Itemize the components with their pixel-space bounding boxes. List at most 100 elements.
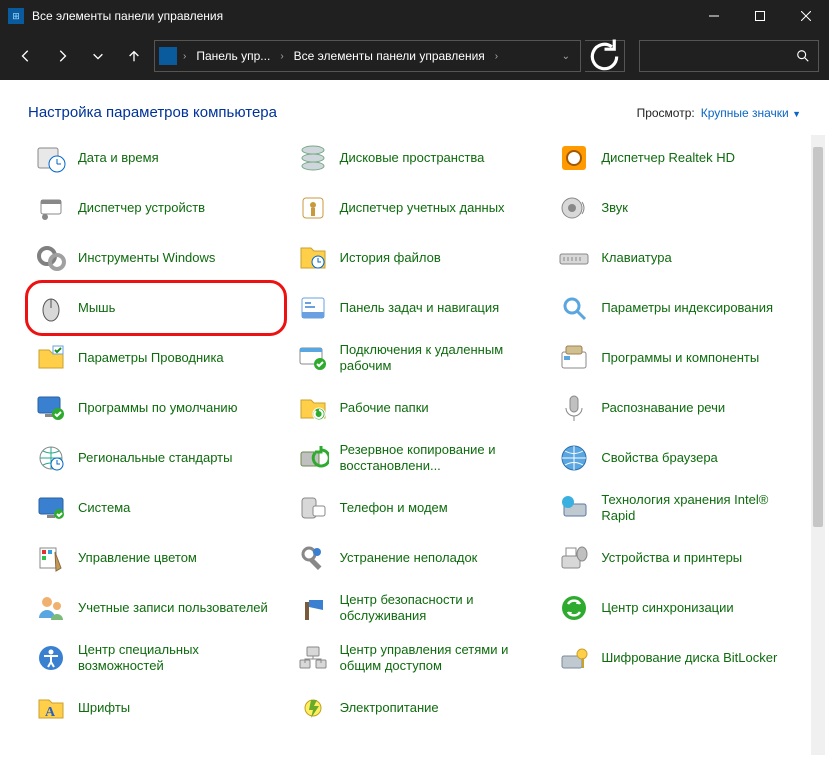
window-title: Все элементы панели управления bbox=[32, 9, 691, 23]
speaker-icon bbox=[557, 191, 591, 225]
recent-dropdown[interactable] bbox=[82, 40, 114, 72]
up-button[interactable] bbox=[118, 40, 150, 72]
cpl-item-label: Программы и компоненты bbox=[601, 350, 759, 366]
cpl-item[interactable]: Центр безопасности и обслуживания bbox=[290, 583, 546, 633]
breadcrumb-2[interactable]: Все элементы панели управления bbox=[288, 49, 491, 63]
crumb-sep-icon[interactable]: › bbox=[181, 51, 188, 62]
cpl-item-label: Резервное копирование и восстановлени... bbox=[340, 442, 540, 475]
crumb-sep-icon[interactable]: › bbox=[278, 51, 285, 62]
region-icon bbox=[34, 441, 68, 475]
cpl-item-label: Звук bbox=[601, 200, 628, 216]
cpl-item[interactable]: Диспетчер учетных данных bbox=[290, 183, 546, 233]
cpl-item-label: Устранение неполадок bbox=[340, 550, 478, 566]
close-button[interactable] bbox=[783, 0, 829, 32]
keyboard-icon bbox=[557, 241, 591, 275]
indexing-icon bbox=[557, 291, 591, 325]
cpl-item-label: Мышь bbox=[78, 300, 115, 316]
cpl-item[interactable]: История файлов bbox=[290, 233, 546, 283]
cpl-item[interactable]: Мышь bbox=[28, 283, 284, 333]
cpl-item[interactable]: A Шрифты bbox=[28, 683, 284, 733]
svg-text:A: A bbox=[45, 705, 56, 720]
cpl-item-label: Региональные стандарты bbox=[78, 450, 232, 466]
internet-options-icon bbox=[557, 441, 591, 475]
security-maintenance-icon bbox=[296, 591, 330, 625]
file-history-icon bbox=[296, 241, 330, 275]
cpl-item[interactable]: Диспетчер Realtek HD bbox=[551, 133, 807, 183]
cpl-item[interactable]: Подключения к удаленным рабочим bbox=[290, 333, 546, 383]
cpl-item[interactable]: Распознавание речи bbox=[551, 383, 807, 433]
cpl-item[interactable]: Звук bbox=[551, 183, 807, 233]
cpl-item[interactable]: Учетные записи пользователей bbox=[28, 583, 284, 633]
cpl-item-label: Система bbox=[78, 500, 130, 516]
cpl-item[interactable]: Электропитание bbox=[290, 683, 546, 733]
cpl-item-label: Центр управления сетями и общим доступом bbox=[340, 642, 540, 675]
items-grid: Дата и время Дисковые пространства Диспетч… bbox=[28, 133, 807, 733]
cpl-item-label: Подключения к удаленным рабочим bbox=[340, 342, 540, 375]
cpl-item[interactable]: Телефон и модем bbox=[290, 483, 546, 533]
cpl-item-label: Шифрование диска BitLocker bbox=[601, 650, 777, 666]
cpl-item[interactable]: Программы и компоненты bbox=[551, 333, 807, 383]
bitlocker-icon bbox=[557, 641, 591, 675]
view-control: Просмотр: Крупные значки ▼ bbox=[637, 106, 801, 120]
cpl-item[interactable]: Технология хранения Intel® Rapid bbox=[551, 483, 807, 533]
maximize-button[interactable] bbox=[737, 0, 783, 32]
ease-of-access-icon bbox=[34, 641, 68, 675]
cpl-item-label: Параметры Проводника bbox=[78, 350, 224, 366]
cpl-item[interactable]: Параметры Проводника bbox=[28, 333, 284, 383]
cpl-item[interactable]: Свойства браузера bbox=[551, 433, 807, 483]
cpl-item-label: Распознавание речи bbox=[601, 400, 725, 416]
fonts-icon: A bbox=[34, 691, 68, 725]
sync-center-icon bbox=[557, 591, 591, 625]
cpl-item[interactable]: Программы по умолчанию bbox=[28, 383, 284, 433]
cpl-item-label: Панель задач и навигация bbox=[340, 300, 500, 316]
cpl-item[interactable]: Управление цветом bbox=[28, 533, 284, 583]
back-button[interactable] bbox=[10, 40, 42, 72]
explorer-options-icon bbox=[34, 341, 68, 375]
cpl-item[interactable]: Шифрование диска BitLocker bbox=[551, 633, 807, 683]
windows-tools-icon bbox=[34, 241, 68, 275]
credential-manager-icon bbox=[296, 191, 330, 225]
view-dropdown[interactable]: Крупные значки ▼ bbox=[701, 106, 801, 120]
cpl-item-label: Дисковые пространства bbox=[340, 150, 485, 166]
realtek-icon bbox=[557, 141, 591, 175]
network-sharing-icon bbox=[296, 641, 330, 675]
cpl-item[interactable]: Клавиатура bbox=[551, 233, 807, 283]
cpl-item[interactable]: Резервное копирование и восстановлени... bbox=[290, 433, 546, 483]
cpl-item[interactable]: Устранение неполадок bbox=[290, 533, 546, 583]
cpl-item[interactable]: Дата и время bbox=[28, 133, 284, 183]
cpl-item[interactable]: Панель задач и навигация bbox=[290, 283, 546, 333]
cpl-item[interactable]: Центр синхронизации bbox=[551, 583, 807, 633]
minimize-button[interactable] bbox=[691, 0, 737, 32]
cpl-item[interactable]: Параметры индексирования bbox=[551, 283, 807, 333]
scrollbar[interactable] bbox=[811, 135, 825, 755]
cpl-item[interactable]: Центр управления сетями и общим доступом bbox=[290, 633, 546, 683]
cpl-item[interactable]: Дисковые пространства bbox=[290, 133, 546, 183]
cpl-item[interactable]: Устройства и принтеры bbox=[551, 533, 807, 583]
troubleshoot-icon bbox=[296, 541, 330, 575]
breadcrumb-1[interactable]: Панель упр... bbox=[190, 49, 276, 63]
address-bar[interactable]: › Панель упр... › Все элементы панели уп… bbox=[154, 40, 581, 72]
refresh-button[interactable] bbox=[585, 40, 625, 72]
cpl-item[interactable]: Система bbox=[28, 483, 284, 533]
cpl-item-label: Диспетчер устройств bbox=[78, 200, 205, 216]
cpl-item[interactable]: Рабочие папки bbox=[290, 383, 546, 433]
content-area: Настройка параметров компьютера Просмотр… bbox=[0, 80, 829, 757]
forward-button[interactable] bbox=[46, 40, 78, 72]
address-dropdown-icon[interactable]: ⌄ bbox=[556, 51, 576, 62]
cpl-item-label: Управление цветом bbox=[78, 550, 197, 566]
window-buttons bbox=[691, 0, 829, 32]
cpl-item[interactable]: Центр специальных возможностей bbox=[28, 633, 284, 683]
chevron-down-icon: ▼ bbox=[792, 109, 801, 119]
cpl-item-label: Устройства и принтеры bbox=[601, 550, 742, 566]
crumb-sep-icon[interactable]: › bbox=[493, 51, 500, 62]
cpl-item[interactable]: Инструменты Windows bbox=[28, 233, 284, 283]
cpl-item[interactable]: Региональные стандарты bbox=[28, 433, 284, 483]
backup-restore-icon bbox=[296, 441, 330, 475]
cpl-item[interactable]: Диспетчер устройств bbox=[28, 183, 284, 233]
search-input[interactable] bbox=[639, 40, 819, 72]
system-icon bbox=[34, 491, 68, 525]
remote-app-icon bbox=[296, 341, 330, 375]
scrollbar-thumb[interactable] bbox=[813, 147, 823, 527]
disk-stack-icon bbox=[296, 141, 330, 175]
cpl-item-label: Шрифты bbox=[78, 700, 130, 716]
